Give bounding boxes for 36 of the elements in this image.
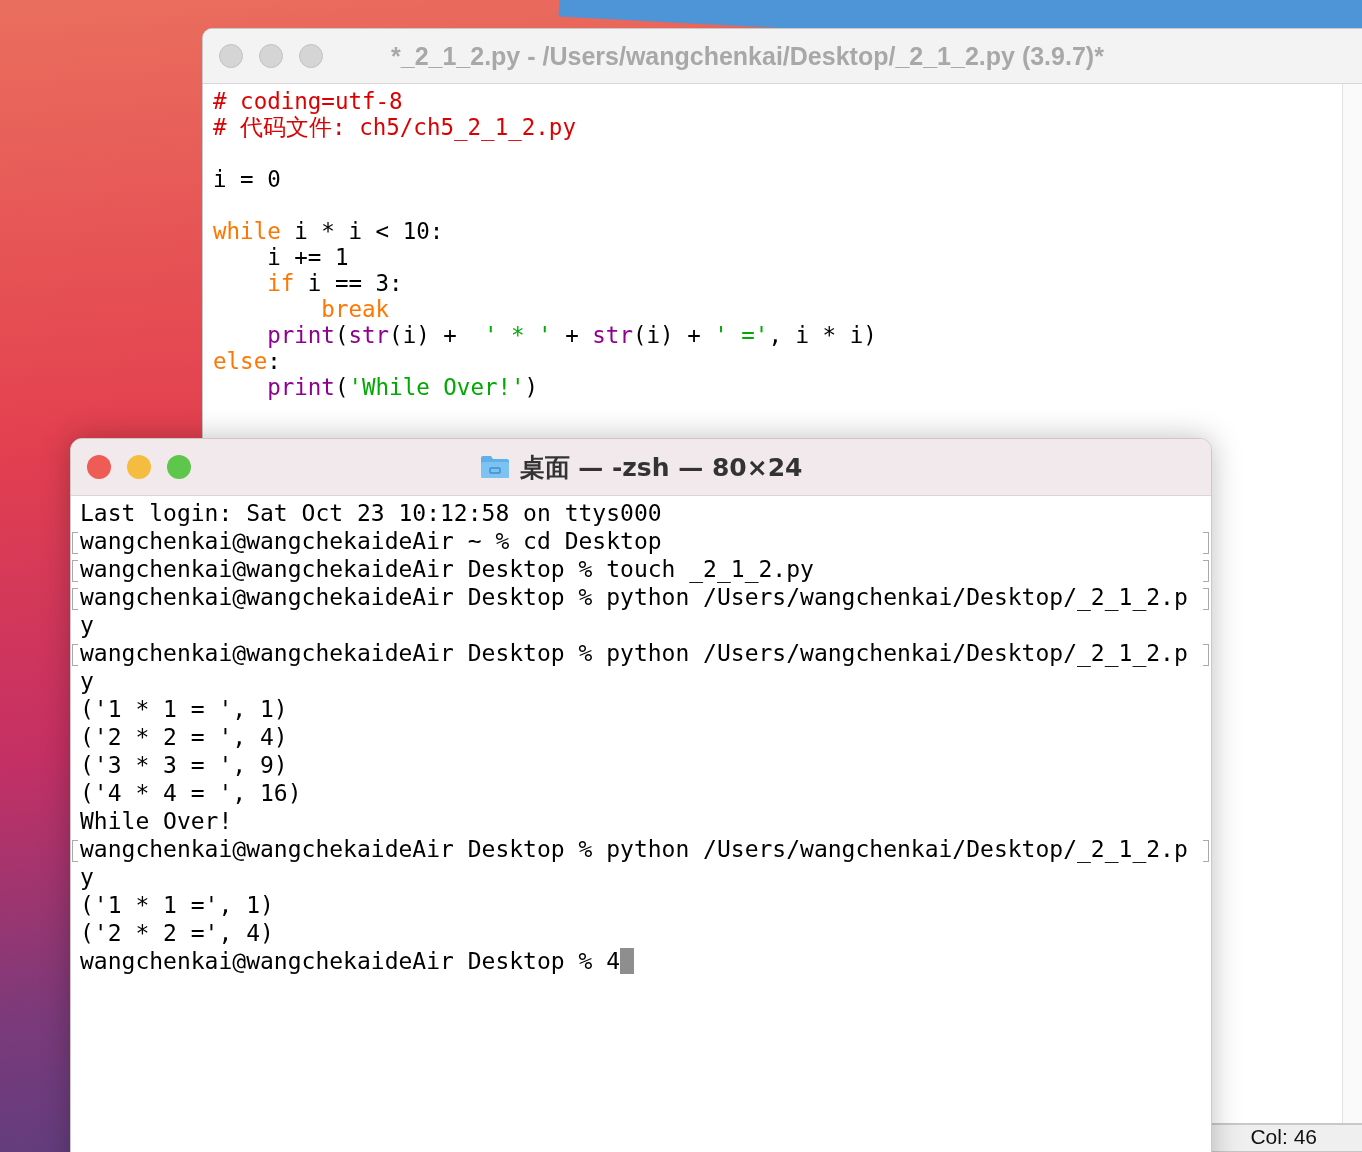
window-title: *_2_1_2.py - /Users/wangchenkai/Desktop/_2_1_2.py (3.9.7)*: [391, 41, 1104, 71]
scrollbar-track[interactable]: [1342, 84, 1362, 1123]
terminal-line: ('4 * 4 = ', 16): [80, 780, 302, 806]
terminal-line: While Over!: [80, 808, 233, 834]
window-title: 桌面 — -zsh — 80×24: [519, 451, 803, 484]
terminal-line: Last login: Sat Oct 23 10:12:58 on ttys000: [80, 500, 662, 526]
window-control-icon[interactable]: [167, 455, 191, 479]
text-cursor: [620, 948, 635, 974]
code-line: print(str(i) + ' * ' + str(i) + ' =', i * i): [266, 322, 878, 348]
code-line: if i == 3:: [266, 270, 404, 296]
window-control-icon[interactable]: [87, 455, 111, 479]
code-line: i += 1: [266, 244, 350, 270]
terminal-line: ('2 * 2 =', 4): [80, 920, 274, 946]
code-line: while i * i < 10:: [213, 218, 445, 244]
folder-icon: [479, 455, 510, 479]
terminal-line: ('1 * 1 = ', 1): [80, 696, 288, 722]
code-line: else:: [213, 348, 282, 374]
terminal-line: wangchenkai@wangchekaideAir Desktop % python /Users/wangchenkai/Desktop/_2_1_2.p: [80, 584, 1188, 610]
terminal-line: wangchenkai@wangchekaideAir Desktop % python /Users/wangchenkai/Desktop/_2_1_2.p: [80, 640, 1188, 666]
code-line: # coding=utf-8: [213, 88, 404, 114]
terminal-line: ('3 * 3 = ', 9): [80, 752, 288, 778]
code-line: break: [320, 296, 391, 322]
code-line: # 代码文件: ch5/ch5_2_1_2.py: [213, 114, 577, 140]
terminal-line: wangchenkai@wangchekaideAir Desktop % 4: [80, 948, 621, 974]
terminal-line: y: [80, 864, 94, 890]
code-line: print('While Over!'): [266, 374, 540, 400]
terminal-line: ('2 * 2 = ', 4): [80, 724, 288, 750]
code-line: i = 0: [213, 166, 282, 192]
terminal-line: wangchenkai@wangchekaideAir Desktop % touch _2_1_2.py: [80, 556, 814, 582]
status-text: Col: 46: [1250, 1125, 1317, 1149]
terminal-line: wangchenkai@wangchekaideAir ~ % cd Desktop: [80, 528, 662, 554]
terminal-line: y: [80, 668, 94, 694]
window-control-icon[interactable]: [127, 455, 151, 479]
terminal-line: wangchenkai@wangchekaideAir Desktop % python /Users/wangchenkai/Desktop/_2_1_2.p: [80, 836, 1188, 862]
terminal-line: y: [80, 612, 94, 638]
terminal-line: ('1 * 1 =', 1): [80, 892, 274, 918]
